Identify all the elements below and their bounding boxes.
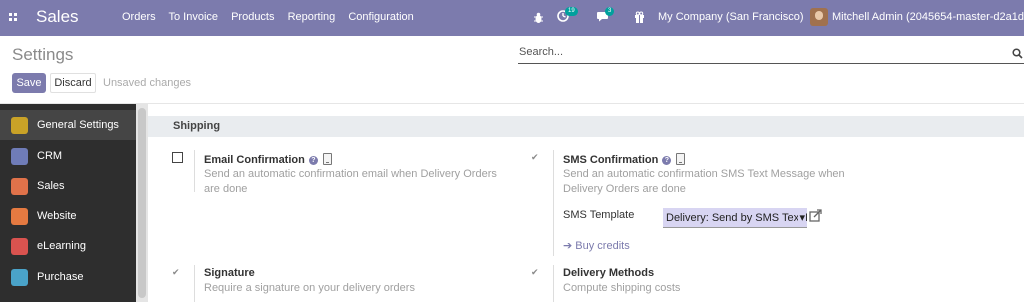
menu-products[interactable]: Products xyxy=(231,11,274,23)
page-title: Settings xyxy=(12,45,74,64)
chevron-down-icon: ▾ xyxy=(798,208,805,227)
documentation-icon[interactable] xyxy=(322,153,332,165)
message-count-badge: 3 xyxy=(605,7,615,16)
elearning-icon xyxy=(11,238,28,255)
main-menu: Orders To Invoice Products Reporting Con… xyxy=(122,11,424,23)
search-input[interactable] xyxy=(518,46,998,58)
sms-confirmation-checkbox[interactable]: ✔ xyxy=(531,152,539,163)
apps-menu-icon[interactable] xyxy=(9,13,17,21)
menu-orders[interactable]: Orders xyxy=(122,11,156,23)
activity-count-badge: 19 xyxy=(565,7,578,16)
option-description: Require a signature on your delivery ord… xyxy=(204,282,415,294)
external-link-icon[interactable] xyxy=(809,209,822,222)
option-title: SMS Confirmation? xyxy=(563,153,686,166)
email-confirmation-checkbox[interactable] xyxy=(172,152,183,163)
messages-button[interactable]: 3 xyxy=(597,7,615,25)
scrollbar-thumb[interactable] xyxy=(138,108,146,298)
divider xyxy=(553,150,554,256)
sidebar-item-label: CRM xyxy=(37,150,63,162)
sidebar-item-label: Purchase xyxy=(37,271,84,283)
app-name[interactable]: Sales xyxy=(36,7,79,27)
option-title-text: SMS Confirmation xyxy=(563,154,659,166)
divider xyxy=(194,150,195,192)
sidebar-item-elearning[interactable]: eLearning xyxy=(0,231,136,261)
section-header: Shipping xyxy=(148,116,1024,137)
option-description: Compute shipping costs xyxy=(563,282,681,294)
documentation-icon[interactable] xyxy=(676,153,686,165)
buy-credits-label: Buy credits xyxy=(575,240,630,252)
sidebar-scrollbar[interactable] xyxy=(136,104,148,302)
sidebar-item-general-settings[interactable]: General Settings xyxy=(0,110,136,140)
save-button[interactable]: Save xyxy=(12,73,46,93)
signature-checkbox[interactable]: ✔ xyxy=(172,267,180,278)
sidebar-item-label: eLearning xyxy=(37,240,86,252)
sms-template-label: SMS Template xyxy=(563,209,635,221)
gear-icon xyxy=(11,117,28,134)
help-icon[interactable]: ? xyxy=(308,156,318,165)
option-description: Send an automatic confirmation SMS Text … xyxy=(563,168,845,195)
option-title: Signature xyxy=(204,267,255,279)
unsaved-changes-status: Unsaved changes xyxy=(103,77,192,89)
avatar[interactable] xyxy=(810,8,828,26)
top-navbar: Sales Orders To Invoice Products Reporti… xyxy=(0,0,1024,36)
option-description: Send an automatic confirmation email whe… xyxy=(204,168,497,195)
sidebar-item-sales[interactable]: Sales xyxy=(0,171,136,201)
divider xyxy=(553,265,554,302)
option-title: Email Confirmation? xyxy=(204,153,332,166)
delivery-methods-checkbox[interactable]: ✔ xyxy=(531,267,539,278)
option-title: Delivery Methods xyxy=(563,267,655,279)
crm-icon xyxy=(11,148,28,165)
buy-credits-link[interactable]: ➔ Buy credits xyxy=(563,239,630,252)
sms-template-value: Delivery: Send by SMS Text Message xyxy=(666,212,807,224)
menu-configuration[interactable]: Configuration xyxy=(348,11,413,23)
menu-to-invoice[interactable]: To Invoice xyxy=(168,11,218,23)
sidebar-item-label: Sales xyxy=(37,180,65,192)
bug-icon[interactable] xyxy=(533,9,544,27)
search-bar xyxy=(518,46,1024,64)
settings-sidebar: General Settings CRM Sales Website eLear… xyxy=(0,104,136,302)
option-title-text: Email Confirmation xyxy=(204,154,305,166)
activity-button[interactable]: 19 xyxy=(557,7,578,25)
menu-reporting[interactable]: Reporting xyxy=(288,11,336,23)
arrow-right-icon: ➔ xyxy=(563,240,576,252)
purchase-icon xyxy=(11,269,28,286)
globe-icon xyxy=(11,208,28,225)
user-menu[interactable]: Mitchell Admin (2045654-master-d2a1d7-al… xyxy=(832,11,1024,23)
help-icon[interactable]: ? xyxy=(662,156,672,165)
sms-template-select[interactable]: Delivery: Send by SMS Text Message ▾ xyxy=(663,208,807,228)
gift-icon[interactable] xyxy=(634,9,645,27)
sidebar-item-label: Website xyxy=(37,210,77,222)
discard-button[interactable]: Discard xyxy=(50,73,96,93)
company-switcher[interactable]: My Company (San Francisco) xyxy=(658,11,804,23)
section-title: Shipping xyxy=(173,120,221,132)
sidebar-item-crm[interactable]: CRM xyxy=(0,141,136,171)
sidebar-item-label: General Settings xyxy=(37,119,119,131)
divider xyxy=(194,265,195,302)
search-icon[interactable] xyxy=(1012,48,1023,59)
sales-chart-icon xyxy=(11,178,28,195)
sidebar-item-purchase[interactable]: Purchase xyxy=(0,262,136,292)
settings-content: Shipping Email Confirmation? Send an aut… xyxy=(148,104,1024,302)
sidebar-item-website[interactable]: Website xyxy=(0,201,136,231)
